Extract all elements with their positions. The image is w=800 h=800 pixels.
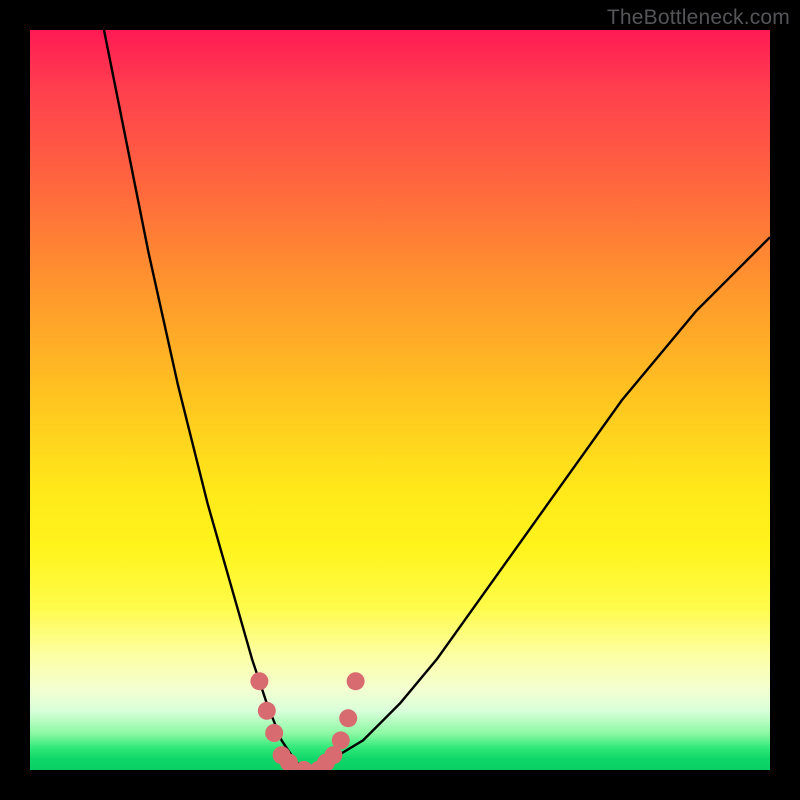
- marker-dot: [347, 672, 365, 690]
- marker-dot: [339, 709, 357, 727]
- marker-dot: [250, 672, 268, 690]
- marker-dot: [265, 724, 283, 742]
- watermark-text: TheBottleneck.com: [607, 6, 790, 30]
- marker-dot: [258, 702, 276, 720]
- chart-frame: TheBottleneck.com: [0, 0, 800, 800]
- bottleneck-curve: [30, 30, 770, 770]
- highlight-markers: [250, 672, 364, 770]
- plot-area: [30, 30, 770, 770]
- marker-dot: [332, 731, 350, 749]
- curve-path: [104, 30, 770, 770]
